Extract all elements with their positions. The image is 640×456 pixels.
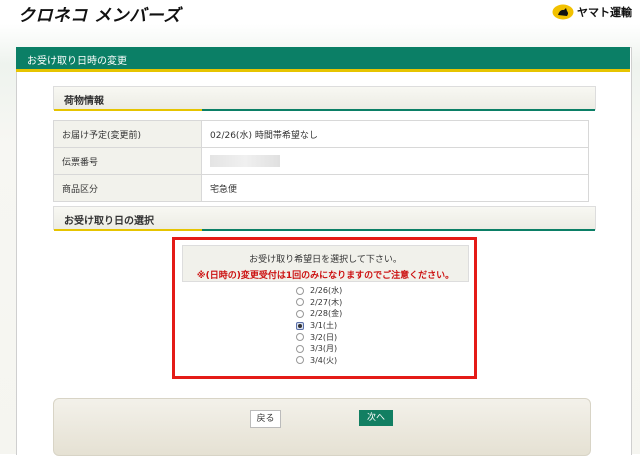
radio-button-checked[interactable] bbox=[296, 321, 304, 330]
table-row: 商品区分 宅急便 bbox=[53, 174, 589, 202]
instruction-text: お受け取り希望日を選択して下さい。 bbox=[249, 255, 402, 265]
date-option[interactable]: 3/2(日) bbox=[296, 331, 342, 343]
date-option-label: 3/1(土) bbox=[310, 321, 338, 331]
warning-text: ※(日時の)変更受付は1回のみになりますのでご注意ください。 bbox=[196, 271, 455, 281]
brand-logo: クロネコ メンバーズ bbox=[18, 6, 181, 26]
header-accent-line bbox=[54, 109, 202, 111]
row-label: 伝票番号 bbox=[53, 147, 202, 175]
panel-header: お受け取り日時の変更 bbox=[16, 47, 630, 72]
date-selection-title: お受け取り日の選択 bbox=[64, 216, 154, 227]
date-option[interactable]: 3/3(月) bbox=[296, 343, 342, 355]
table-row: お届け予定(変更前) 02/26(水) 時間帯希望なし bbox=[53, 120, 589, 148]
radio-button[interactable] bbox=[296, 286, 304, 295]
company-logo: ヤマト運輸 bbox=[552, 3, 632, 21]
row-label: 商品区分 bbox=[53, 174, 202, 202]
date-option-label: 2/27(木) bbox=[310, 297, 343, 307]
panel-title: お受け取り日時の変更 bbox=[27, 56, 127, 67]
date-options: 2/26(水) 2/27(木) 2/28(金) 3/1(土) 3/2(日) 3/… bbox=[296, 285, 342, 366]
header-accent-line bbox=[202, 109, 595, 111]
radio-button[interactable] bbox=[296, 356, 304, 365]
package-info-title: 荷物情報 bbox=[64, 96, 104, 107]
date-option-label: 3/4(火) bbox=[310, 355, 338, 365]
package-info-header: 荷物情報 bbox=[53, 86, 596, 111]
radio-button[interactable] bbox=[296, 344, 304, 353]
date-option[interactable]: 2/28(金) bbox=[296, 308, 342, 320]
back-button[interactable]: 戻る bbox=[250, 410, 281, 428]
footer-panel bbox=[53, 398, 591, 456]
next-button[interactable]: 次へ bbox=[359, 410, 393, 426]
date-option[interactable]: 3/4(火) bbox=[296, 355, 342, 367]
date-option-label: 2/26(水) bbox=[310, 286, 343, 296]
instruction-box: お受け取り希望日を選択して下さい。 ※(日時の)変更受付は1回のみになりますので… bbox=[182, 245, 469, 282]
package-info-table: お届け予定(変更前) 02/26(水) 時間帯希望なし 伝票番号 商品区分 宅急… bbox=[53, 120, 589, 202]
date-option[interactable]: 2/27(木) bbox=[296, 297, 342, 309]
date-option-label: 3/3(月) bbox=[310, 344, 338, 354]
radio-button[interactable] bbox=[296, 298, 304, 307]
radio-button[interactable] bbox=[296, 309, 304, 318]
header-accent-line bbox=[54, 229, 202, 231]
date-option[interactable]: 2/26(水) bbox=[296, 285, 342, 297]
black-cat-icon bbox=[552, 4, 574, 20]
tracking-number-redacted bbox=[201, 147, 589, 175]
date-option-label: 3/2(日) bbox=[310, 332, 338, 342]
row-value: 02/26(水) 時間帯希望なし bbox=[201, 120, 589, 148]
radio-button[interactable] bbox=[296, 333, 304, 342]
date-option-label: 2/28(金) bbox=[310, 309, 343, 319]
top-bar: クロネコ メンバーズ ヤマト運輸 bbox=[0, 0, 640, 26]
row-label: お届け予定(変更前) bbox=[53, 120, 202, 148]
date-option-selected[interactable]: 3/1(土) bbox=[296, 320, 342, 332]
row-value: 宅急便 bbox=[201, 174, 589, 202]
company-name: ヤマト運輸 bbox=[577, 6, 632, 19]
table-row: 伝票番号 bbox=[53, 147, 589, 175]
header-accent-line bbox=[202, 229, 595, 231]
date-selection-header: お受け取り日の選択 bbox=[53, 206, 596, 231]
date-selection-box: お受け取り希望日を選択して下さい。 ※(日時の)変更受付は1回のみになりますので… bbox=[172, 237, 477, 379]
redacted-value bbox=[210, 155, 280, 167]
